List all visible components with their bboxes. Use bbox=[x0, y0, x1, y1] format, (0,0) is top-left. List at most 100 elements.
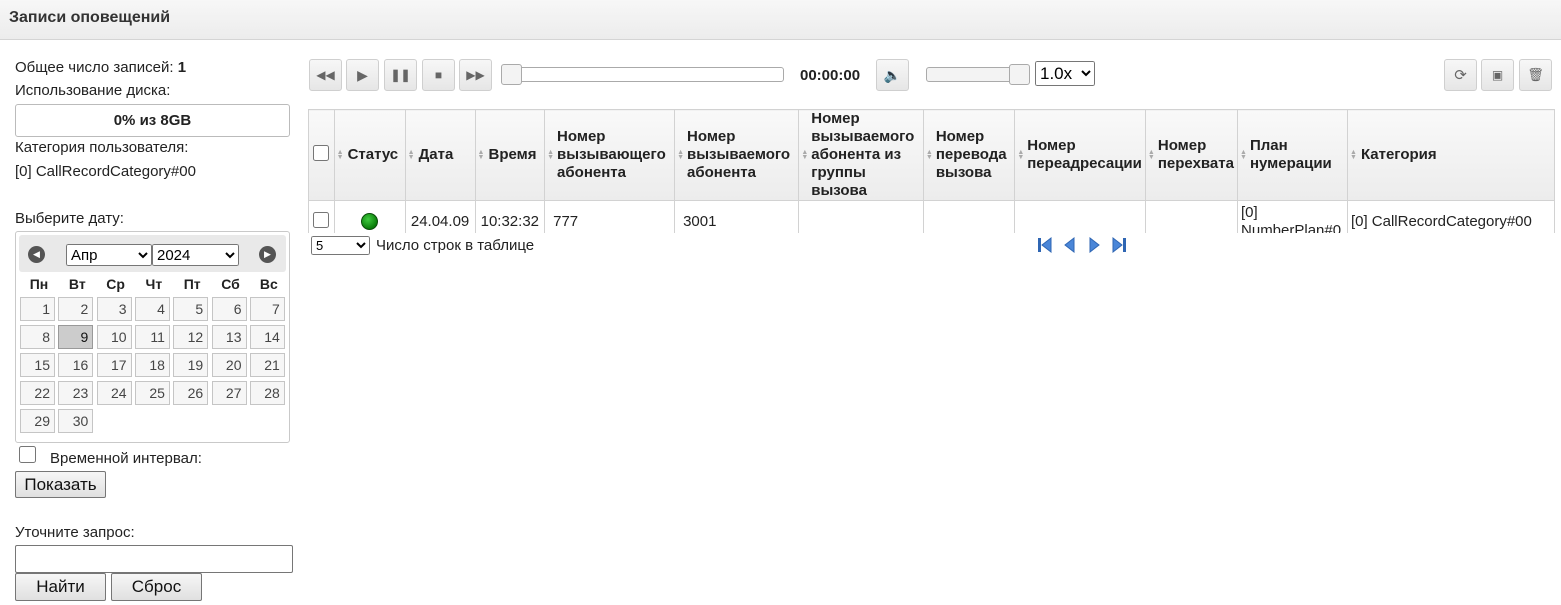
calendar-day[interactable]: 24 bbox=[96, 381, 132, 405]
progress-handle[interactable] bbox=[501, 64, 522, 85]
sort-icon: ▲ ▼ bbox=[1240, 149, 1247, 161]
calendar-day[interactable]: 16 bbox=[58, 353, 94, 377]
category-cell: [0] CallRecordCategory#00 bbox=[1346, 200, 1555, 233]
column-header-pickup[interactable]: ▲ ▼ Номер перехвата bbox=[1144, 109, 1239, 201]
refresh-button[interactable]: ⟳ bbox=[1444, 59, 1477, 91]
column-header-status[interactable]: ▲ ▼ Статус bbox=[333, 109, 406, 201]
progress-slider[interactable] bbox=[503, 67, 784, 82]
calendar-day[interactable]: 2 bbox=[58, 297, 94, 321]
volume-handle[interactable] bbox=[1009, 64, 1030, 85]
caller-cell: 777 bbox=[544, 200, 676, 233]
table-row[interactable]: 24.04.09 10:32:32 777 3001 [0] NumberPla… bbox=[308, 200, 1555, 233]
calendar-day[interactable]: 29 bbox=[20, 409, 55, 433]
column-header-label: Номер перевода вызова bbox=[935, 128, 1007, 181]
calendar-day[interactable]: 7 bbox=[249, 297, 285, 321]
calendar-day[interactable]: 23 bbox=[58, 381, 94, 405]
column-header-date[interactable]: ▲ ▼ Дата bbox=[404, 109, 476, 201]
calendar-day[interactable]: 27 bbox=[211, 381, 247, 405]
weekday-header: Вс bbox=[259, 276, 278, 292]
first-page-icon[interactable] bbox=[1037, 237, 1052, 253]
date-cell: 24.04.09 bbox=[404, 200, 476, 233]
calendar-day[interactable]: 13 bbox=[211, 325, 247, 349]
month-select[interactable]: Апр bbox=[66, 244, 152, 266]
page-size-select[interactable]: 5 bbox=[311, 236, 370, 255]
pause-icon: ❚❚ bbox=[390, 68, 411, 82]
forward-button[interactable]: ▶▶ bbox=[459, 59, 492, 91]
status-ok-icon bbox=[361, 213, 379, 230]
calendar-day-selected[interactable]: 9 bbox=[58, 325, 94, 349]
select-all-cell bbox=[308, 109, 335, 201]
prev-month-icon[interactable]: ◀ bbox=[28, 246, 45, 263]
speed-select[interactable]: 1.0x bbox=[1035, 61, 1095, 86]
column-header-callee[interactable]: ▲ ▼ Номер вызываемого абонента bbox=[674, 109, 800, 201]
pause-button[interactable]: ❚❚ bbox=[384, 59, 417, 91]
column-header-category[interactable]: ▲ ▼ Категория bbox=[1346, 109, 1555, 201]
refine-label: Уточните запрос: bbox=[15, 524, 135, 541]
calendar-day[interactable]: 20 bbox=[211, 353, 247, 377]
column-header-redirect[interactable]: ▲ ▼ Номер переадресации bbox=[1014, 109, 1146, 201]
mute-button[interactable]: 🔈 bbox=[876, 59, 909, 91]
pickup-cell bbox=[1144, 200, 1239, 233]
calendar-day[interactable]: 4 bbox=[134, 297, 170, 321]
calendar-day[interactable]: 8 bbox=[20, 325, 55, 349]
records-table: ▲ ▼ Статус ▲ ▼ Дата ▲ ▼ Время ▲ ▼ Номер вызывающ… bbox=[308, 109, 1555, 233]
volume-icon: 🔈 bbox=[883, 66, 902, 83]
calendar-day[interactable]: 21 bbox=[249, 353, 285, 377]
weekday-header: Пт bbox=[183, 276, 201, 292]
find-button[interactable]: Найти bbox=[15, 573, 106, 601]
calendar-day[interactable]: 26 bbox=[173, 381, 209, 405]
column-header-caller[interactable]: ▲ ▼ Номер вызывающего абонента bbox=[544, 109, 676, 201]
calendar-day[interactable]: 18 bbox=[134, 353, 170, 377]
refine-input[interactable] bbox=[15, 545, 293, 573]
next-page-icon[interactable] bbox=[1087, 237, 1102, 253]
calendar-day[interactable]: 15 bbox=[20, 353, 55, 377]
show-button[interactable]: Показать bbox=[15, 471, 106, 498]
calendar-day[interactable]: 30 bbox=[58, 409, 94, 433]
column-header-number-plan[interactable]: ▲ ▼ План нумерации bbox=[1237, 109, 1348, 201]
play-button[interactable]: ▶ bbox=[346, 59, 379, 91]
calendar-header: ◀ Апр 2024 ▶ bbox=[19, 235, 286, 272]
sort-icon: ▲ ▼ bbox=[547, 149, 555, 161]
column-header-transfer[interactable]: ▲ ▼ Номер перевода вызова bbox=[922, 109, 1016, 201]
calendar-day[interactable]: 14 bbox=[249, 325, 285, 349]
next-month-icon[interactable]: ▶ bbox=[259, 246, 276, 263]
stop-icon: ■ bbox=[434, 68, 443, 82]
calendar-day[interactable]: 17 bbox=[96, 353, 132, 377]
calendar-day[interactable]: 11 bbox=[134, 325, 170, 349]
category-value: [0] CallRecordCategory#00 bbox=[15, 163, 196, 180]
column-header-time[interactable]: ▲ ▼ Время bbox=[474, 109, 546, 201]
calendar-day[interactable]: 10 bbox=[96, 325, 132, 349]
stop-button[interactable]: ■ bbox=[422, 59, 455, 91]
calendar-day[interactable]: 22 bbox=[20, 381, 55, 405]
interval-checkbox[interactable] bbox=[18, 446, 37, 463]
weekday-header: Пн bbox=[29, 276, 49, 292]
calendar-day[interactable]: 1 bbox=[20, 297, 55, 321]
year-select[interactable]: 2024 bbox=[152, 244, 239, 266]
calendar-day[interactable]: 28 bbox=[249, 381, 285, 405]
page-title: Записи оповещений bbox=[0, 0, 1561, 40]
save-button[interactable]: ▣ bbox=[1481, 59, 1514, 91]
column-header-group-callee[interactable]: ▲ ▼ Номер вызываемого абонента из группы в… bbox=[798, 109, 924, 201]
calendar-day[interactable]: 19 bbox=[173, 353, 209, 377]
last-page-icon[interactable] bbox=[1112, 237, 1127, 253]
rewind-button[interactable]: ◀◀ bbox=[309, 59, 342, 91]
calendar-day[interactable]: 3 bbox=[96, 297, 132, 321]
sort-icon: ▲ ▼ bbox=[477, 149, 485, 161]
calendar-day[interactable]: 6 bbox=[211, 297, 247, 321]
prev-page-icon[interactable] bbox=[1062, 237, 1077, 253]
column-header-label: План нумерации bbox=[1249, 137, 1332, 172]
select-all-checkbox[interactable] bbox=[313, 144, 330, 161]
row-checkbox[interactable] bbox=[313, 211, 330, 228]
reset-button[interactable]: Сброс bbox=[111, 573, 202, 601]
calendar-day[interactable]: 25 bbox=[134, 381, 170, 405]
pager bbox=[1037, 237, 1127, 253]
total-records-value: 1 bbox=[177, 59, 187, 76]
delete-button[interactable]: 🗑 bbox=[1519, 59, 1552, 91]
interval-label: Временной интервал: bbox=[50, 450, 202, 467]
calendar-day[interactable]: 5 bbox=[173, 297, 209, 321]
transfer-cell bbox=[922, 200, 1016, 233]
sort-icon: ▲ ▼ bbox=[801, 149, 809, 161]
calendar-day[interactable]: 12 bbox=[173, 325, 209, 349]
playback-time: 00:00:00 bbox=[800, 67, 861, 84]
column-header-label: Время bbox=[488, 146, 537, 163]
